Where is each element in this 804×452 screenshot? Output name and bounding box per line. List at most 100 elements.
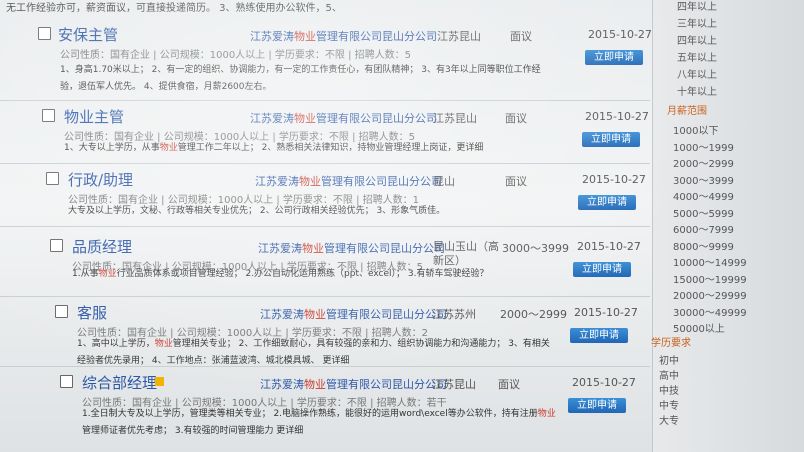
company-link[interactable]: 江苏爱涛物业管理有限公司昆山分公司 [258,240,445,256]
desc-text: 1.全日制大专及以上学历，管理类等相关专业； 2.电脑操作熟练，能很好的运用wo… [82,409,538,419]
job-title-link[interactable]: 物业主管 [64,106,124,127]
select-checkbox[interactable] [42,109,55,122]
desc-keyword-highlight: 物业 [159,143,178,153]
filter-experience-option[interactable]: 十年以上 [677,83,717,98]
company-link[interactable]: 江苏爱涛物业管理有限公司昆山分公司 [255,173,442,189]
company-link[interactable]: 江苏爱涛物业管理有限公司昆山分公司 [250,110,437,126]
job-row: 行政/助理 江苏爱涛物业管理有限公司昆山分公司 昆山 面议 2015-10-27 立即申请… [0,163,650,227]
filter-experience-option[interactable]: 四年以上 [677,32,717,47]
job-search-page: 无工作经验亦可，薪资面议，可直接投递简历。 3、熟练使用办公软件，5、 安保主管… [0,0,804,452]
filter-education-option[interactable]: 高中 [659,367,679,382]
filter-education-option[interactable]: 中技 [659,382,679,397]
job-row: 品质经理 江苏爱涛物业管理有限公司昆山分公司 昆山玉山（高新区） 3000～3999 2… [0,226,650,297]
post-date: 2015-10-27 [574,306,638,319]
filter-salary-option[interactable]: 5000～5999 [673,205,734,220]
desc-text-line2: 管理师证者优先考虑； 3.有较强的时间管理能力 更详细 [82,426,304,436]
desc-text: 1、高中以上学历， [77,339,155,349]
filter-salary-option[interactable]: 4000～4999 [673,188,734,203]
job-location: 江苏昆山 [437,30,481,43]
job-description: 1、身高1.70米以上； 2、有一定的组织、协调能力，有一定的工作责任心，有团队… [60,62,541,96]
job-description: 1.全日制大专及以上学历，管理类等相关专业； 2.电脑操作熟练，能很好的运用wo… [82,406,556,440]
job-description: 大专及以上学历，文秘、行政等相关专业优先； 2、公司行政相关经验优先； 3、形象… [68,203,445,220]
select-checkbox[interactable] [38,27,51,40]
company-name-part: 管理有限公司昆山分公司 [321,175,442,188]
desc-text: 大专及以上学历，文秘、行政等相关专业优先； 2、公司行政相关经验优先； 3、形象… [68,206,446,216]
filter-education-option[interactable]: 初中 [659,352,679,367]
company-name-part: 管理有限公司昆山分公司 [324,242,445,255]
company-keyword-highlight: 物业 [304,378,326,391]
select-checkbox[interactable] [50,239,63,252]
job-location: 江苏昆山 [433,112,477,125]
filter-salary-option[interactable]: 30000～49999 [673,304,747,319]
filter-experience-option[interactable]: 四年以上 [677,0,717,13]
job-title-link[interactable]: 综合部经理 [82,372,157,393]
company-name-part: 江苏爱涛 [255,175,299,188]
filter-salary-option[interactable]: 1000～1999 [673,139,734,154]
company-name-part: 江苏爱涛 [258,242,302,255]
filter-experience-option[interactable]: 三年以上 [677,15,717,30]
company-keyword-highlight: 物业 [299,175,321,188]
job-title-link[interactable]: 客服 [77,302,107,323]
job-salary: 面议 [505,112,527,125]
job-row: 物业主管 江苏爱涛物业管理有限公司昆山分公司 江苏昆山 面议 2015-10-27 立即申… [0,100,650,164]
job-description: 1、大专以上学历，从事物业管理工作二年以上； 2、熟悉相关法律知识，持物业管理经… [64,140,483,157]
company-link[interactable]: 江苏爱涛物业管理有限公司昆山分公司 [250,28,437,44]
desc-text: 1、大专以上学历，从事 [64,143,160,153]
job-location: 江苏昆山 [432,378,476,391]
job-description: 1、高中以上学历，物业管理相关专业； 2、工作细致耐心，具有较强的亲和力、组织协… [77,336,550,370]
company-keyword-highlight: 物业 [304,308,326,321]
desc-text: 管理工作二年以上； 2、熟悉相关法律知识，持物业管理经理上岗证，更详细 [177,143,484,153]
job-title-link[interactable]: 品质经理 [72,236,132,257]
desc-keyword-highlight: 物业 [154,339,173,349]
post-date: 2015-10-27 [572,376,636,389]
job-location: 江苏苏州 [432,308,476,321]
filter-education-option[interactable]: 大专 [659,412,679,427]
filter-experience-option[interactable]: 五年以上 [677,49,717,64]
filter-salary-option[interactable]: 10000～14999 [673,254,747,269]
filter-salary-option[interactable]: 6000～7999 [673,221,734,236]
filter-salary-option[interactable]: 50000以上 [673,320,725,335]
apply-button[interactable]: 立即申请 [568,398,626,413]
filter-salary-option[interactable]: 8000～9999 [673,238,734,253]
company-name-part: 江苏爱涛 [260,378,304,391]
apply-button[interactable]: 立即申请 [578,195,636,210]
company-name-part: 江苏爱涛 [260,308,304,321]
desc-keyword-highlight: 物业 [98,269,117,279]
job-title-link[interactable]: 安保主管 [58,24,118,45]
filter-salary-option[interactable]: 20000～29999 [673,287,747,302]
desc-keyword-highlight: 物业 [537,409,556,419]
filter-salary-option[interactable]: 3000～3999 [673,172,734,187]
job-row: 客服 江苏爱涛物业管理有限公司昆山分公司 江苏苏州 2000～2999 2015-10-… [0,296,650,367]
filter-education-option[interactable]: 中专 [659,397,679,412]
company-link[interactable]: 江苏爱涛物业管理有限公司昆山分公司 [260,376,447,392]
apply-button[interactable]: 立即申请 [573,262,631,277]
company-keyword-highlight: 物业 [294,112,316,125]
job-row: 综合部经理 江苏爱涛物业管理有限公司昆山分公司 江苏昆山 面议 2015-10-27 立即… [0,366,650,452]
job-salary: 面议 [510,30,532,43]
job-description: 1.从事物业行业品质体系或项目管理经验； 2.办公自动化运用熟练（ppt、exc… [72,266,489,283]
select-checkbox[interactable] [55,305,68,318]
education-filter-heading: 学历要求 [651,338,691,349]
apply-button[interactable]: 立即申请 [585,50,643,65]
post-date: 2015-10-27 [577,240,641,253]
job-listing: 安保主管 江苏爱涛物业管理有限公司昆山分公司 江苏昆山 面议 2015-10-27 立即申… [0,0,652,452]
desc-text-line2: 验，退伍军人优先。 4、提供食宿，月薪2600左右。 [60,82,272,92]
select-checkbox[interactable] [60,375,73,388]
filter-salary-option[interactable]: 1000以下 [673,122,718,137]
company-name-part: 管理有限公司昆山分公司 [326,308,447,321]
desc-text-line2: 经验者优先录用； 4、工作地点：张浦蓝波湾、城北模具城、 更详细 [77,356,350,366]
job-title-link[interactable]: 行政/助理 [68,169,133,190]
apply-button[interactable]: 立即申请 [570,328,628,343]
company-link[interactable]: 江苏爱涛物业管理有限公司昆山分公司 [260,306,447,322]
apply-button[interactable]: 立即申请 [582,132,640,147]
post-date: 2015-10-27 [582,173,646,186]
filter-salary-option[interactable]: 15000～19999 [673,271,747,286]
urgent-badge-icon [155,377,164,386]
company-name-part: 管理有限公司昆山分公司 [316,112,437,125]
select-checkbox[interactable] [46,172,59,185]
filter-experience-option[interactable]: 八年以上 [677,66,717,81]
job-salary: 3000～3999 [502,242,569,255]
desc-text: 管理相关专业； 2、工作细致耐心，具有较强的亲和力、组织协调能力和沟通能力； 3… [172,339,550,349]
desc-text: 行业品质体系或项目管理经验； 2.办公自动化运用熟练（ppt、excel）； 3… [116,269,489,279]
filter-salary-option[interactable]: 2000～2999 [673,155,734,170]
